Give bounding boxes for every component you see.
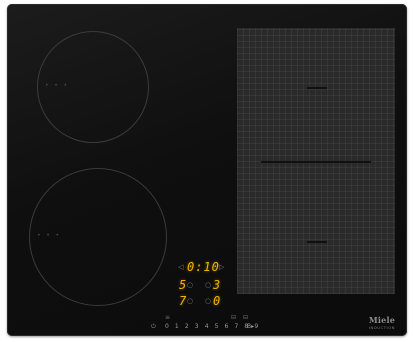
power-level-display-rear-right: 3 (213, 278, 221, 292)
powerflex-cooking-area[interactable] (237, 28, 395, 294)
zone-marker-front-left: • • • (37, 232, 61, 239)
zone-selector-icon[interactable]: ○ (187, 297, 193, 305)
settings-icon[interactable]: ⊟ (243, 314, 248, 321)
timer-icon[interactable]: ◁ (178, 263, 183, 271)
power-level-display-front-right: 0 (213, 294, 221, 308)
flex-zone-marker-bottom (307, 241, 327, 243)
flex-zone-marker-top (307, 87, 327, 89)
brand-subtitle: INDUCTION (368, 325, 395, 330)
boost-icon[interactable]: B▸ (247, 323, 254, 331)
zone-selector-icon[interactable]: ○ (205, 297, 211, 305)
power-level-display-front-left: 7 (179, 294, 187, 308)
timer-display: 0:10 (187, 260, 220, 274)
zone-marker-rear-left: • • • (45, 82, 69, 89)
keep-warm-icon[interactable]: ⊟ (231, 314, 236, 321)
zone-selector-icon[interactable]: ○ (187, 281, 193, 289)
power-level-display-rear-left: 5 (179, 278, 187, 292)
timer-increase-icon[interactable]: ▷ (219, 263, 224, 271)
zone-selector-icon[interactable]: ○ (205, 281, 211, 289)
power-icon[interactable]: ⏻ (151, 323, 156, 331)
stop-go-icon[interactable]: ≡ (165, 314, 170, 321)
power-level-slider[interactable]: 0 1 2 3 4 5 6 7 8 9 (165, 323, 260, 331)
induction-cooktop: • • • • • • ◁ 0:10 ▷ 5 ○ ○ 3 7 ○ ○ 0 ≡ ⊟… (7, 4, 407, 336)
brand-logo: Miele INDUCTION (368, 315, 395, 331)
flex-zone-divider (261, 161, 371, 163)
brand-name: Miele (368, 315, 395, 325)
